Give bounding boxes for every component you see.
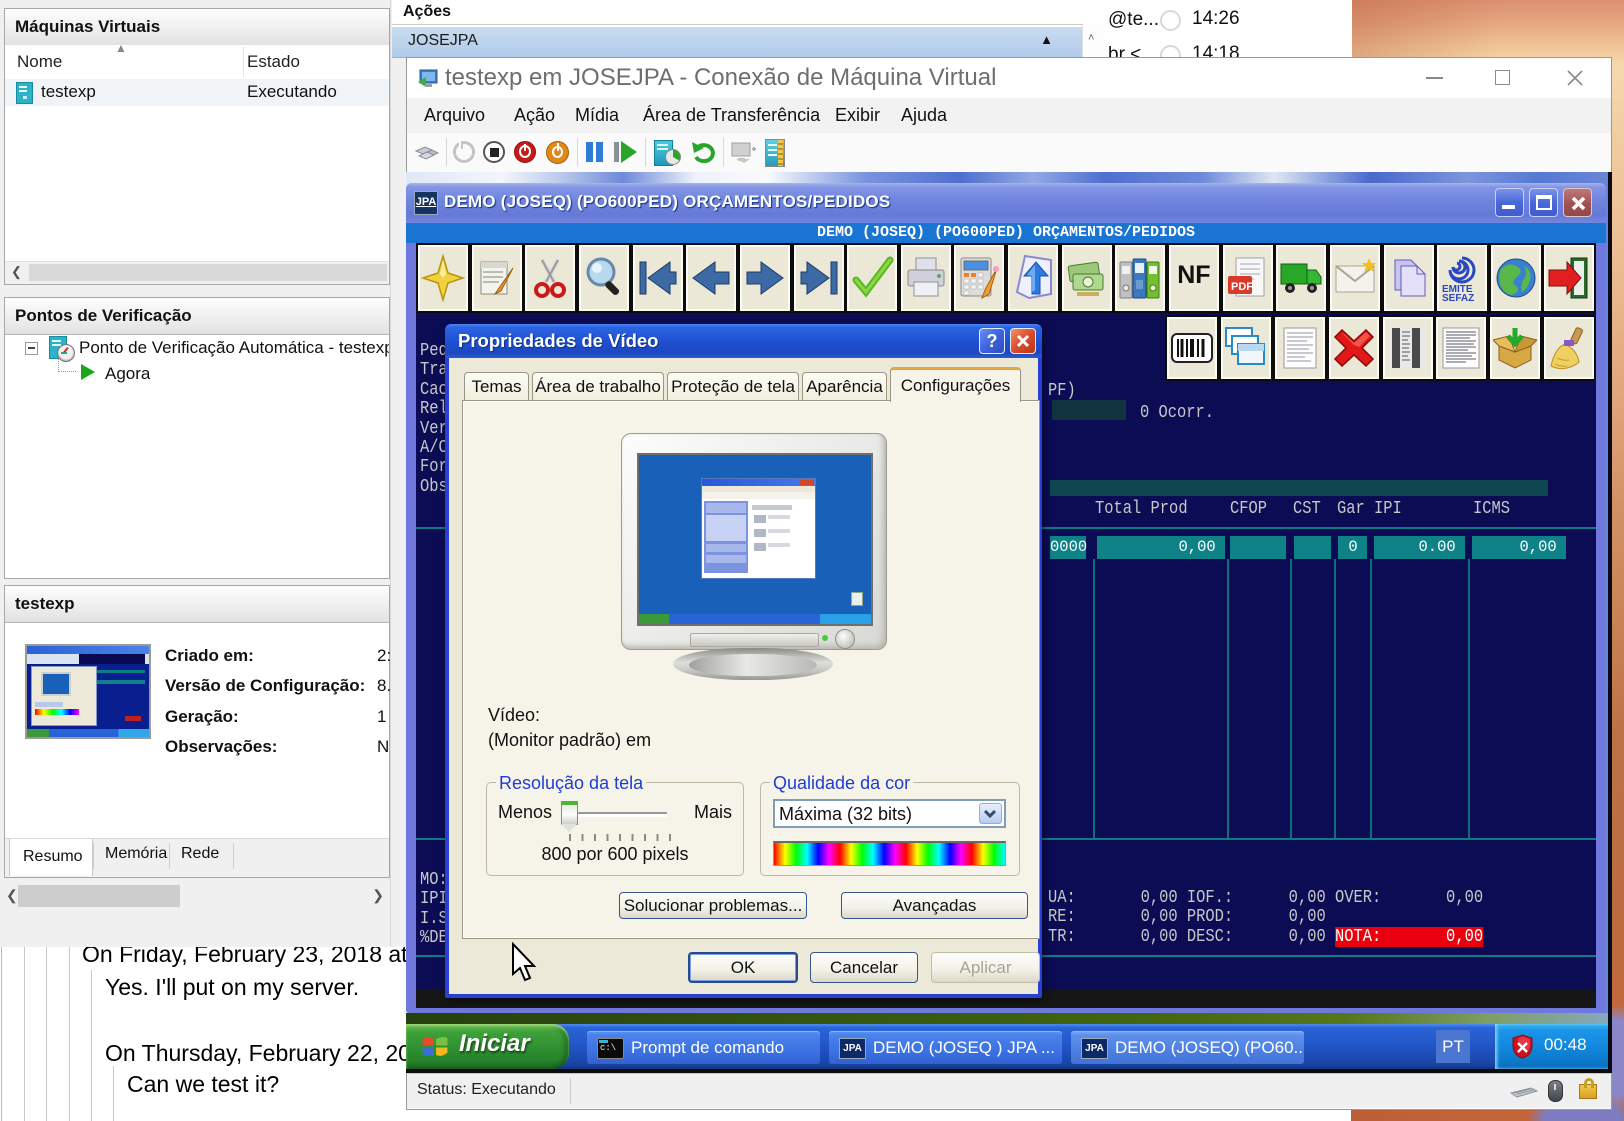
svg-text:SEFAZ: SEFAZ (1442, 293, 1474, 302)
svg-text:PDF: PDF (1231, 281, 1253, 293)
